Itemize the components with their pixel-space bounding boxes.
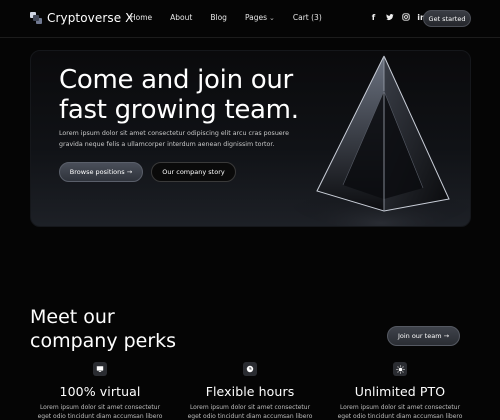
logo-icon [30,12,42,24]
browse-positions-button[interactable]: Browse positions → [59,162,143,182]
get-started-button[interactable]: Get started [423,10,471,27]
perk-description-line-2: eget odio tincidunt diam accumsan libero [337,413,463,420]
nav-link-home[interactable]: Home [130,13,152,22]
nav-link-pages[interactable]: Pages ⌄ [245,13,275,22]
nav-link-about[interactable]: About [170,13,192,22]
monitor-icon [93,362,107,376]
hero-description-line-1: Lorem ipsum dolor sit amet consectetur o… [59,130,290,137]
brand[interactable]: Cryptoverse X [30,11,133,25]
perk-description-line-2: eget odio tincidunt diam accumsan libero [187,413,313,420]
perks-title: Meet our company perks [30,305,230,353]
perk-title: Unlimited PTO [354,384,446,399]
hero-description: Lorem ipsum dolor sit amet consectetur o… [59,128,319,150]
perk-card: Unlimited PTO Lorem ipsum dolor sit amet… [335,362,465,420]
pyramid-illustration [291,55,470,226]
perk-card: 100% virtual Lorem ipsum dolor sit amet … [35,362,165,420]
navbar: Cryptoverse X Home About Blog Pages ⌄ Car… [0,0,500,38]
hero-title-line-1: Come and join our [59,65,293,95]
hero-card: Come and join our fast growing team. Lor… [30,50,471,227]
perk-description: Lorem ipsum dolor sit amet consectetur e… [335,403,465,420]
perks-title-line-2: company perks [30,330,177,352]
chevron-down-icon: ⌄ [269,14,275,22]
hero-description-line-2: gravida neque felis a ullamcorper interd… [59,141,275,148]
nav-link-pages-label: Pages [244,13,268,22]
perk-title: 100% virtual [59,384,141,399]
instagram-icon[interactable] [401,13,410,23]
hero-title: Come and join our fast growing team. [59,65,319,125]
sun-icon [393,362,407,376]
nav-links: Home About Blog Pages ⌄ Cart (3) [130,13,340,22]
social-links: f in [369,13,426,23]
perk-description-line-1: Lorem ipsum dolor sit amet consectetur [339,404,461,411]
perk-description-line-2: eget odio tincidunt diam accumsan libero [37,413,163,420]
company-story-button[interactable]: Our company story [151,162,236,182]
perk-card: Flexible hours Lorem ipsum dolor sit ame… [185,362,315,420]
hero-title-line-2: fast growing team. [59,95,299,125]
join-team-button[interactable]: Join our team → [387,326,460,346]
facebook-icon[interactable]: f [369,13,378,23]
nav-link-cart[interactable]: Cart (3) [293,13,322,22]
brand-name: Cryptoverse X [47,11,134,25]
clock-icon [243,362,257,376]
perk-description-line-1: Lorem ipsum dolor sit amet consectetur [189,404,311,411]
perk-title: Flexible hours [205,384,295,399]
nav-link-blog[interactable]: Blog [210,13,227,22]
twitter-icon[interactable] [385,13,394,23]
perks-title-line-1: Meet our [30,306,115,328]
perk-description: Lorem ipsum dolor sit amet consectetur e… [185,403,315,420]
perk-description: Lorem ipsum dolor sit amet consectetur e… [35,403,165,420]
perk-description-line-1: Lorem ipsum dolor sit amet consectetur [39,404,161,411]
nav-divider [0,37,500,38]
